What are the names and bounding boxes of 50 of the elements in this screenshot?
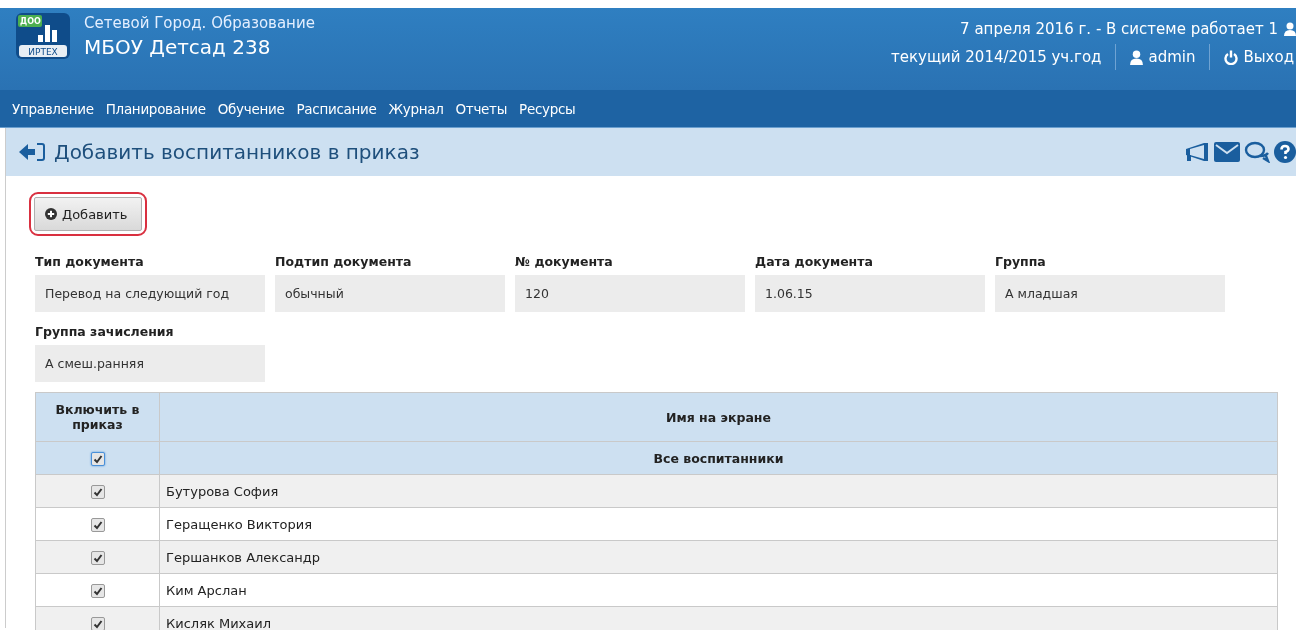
help-icon[interactable] xyxy=(1274,141,1296,163)
row-checkbox[interactable] xyxy=(90,484,105,499)
page-title: Добавить воспитанников в приказ xyxy=(54,140,420,164)
field-value: А младшая xyxy=(995,275,1225,312)
nav-item[interactable]: Расписание xyxy=(290,100,383,117)
table-cell: Геращенко Виктория xyxy=(159,507,1278,541)
plus-icon xyxy=(45,208,57,220)
column-header: Включить в приказ xyxy=(35,392,160,442)
nav-item[interactable]: Обучение xyxy=(211,100,291,117)
row-checkbox[interactable] xyxy=(90,550,105,565)
field-label: Группа xyxy=(995,254,1047,269)
user-icon xyxy=(1284,22,1296,36)
megaphone-icon[interactable] xyxy=(1184,141,1210,163)
field-label: Подтип документа xyxy=(275,254,413,269)
table-cell: Все воспитанники xyxy=(159,441,1278,475)
row-checkbox[interactable] xyxy=(90,583,105,598)
field-value: А смеш.ранняя xyxy=(35,345,265,382)
logout-link[interactable]: Выход xyxy=(1222,48,1296,66)
mail-icon[interactable] xyxy=(1214,142,1240,162)
field-label: Дата документа xyxy=(755,254,874,269)
field-value: 120 xyxy=(515,275,745,312)
add-button[interactable]: Добавить xyxy=(34,197,143,231)
column-header: Имя на экране xyxy=(159,392,1278,442)
back-icon[interactable] xyxy=(18,141,46,163)
user-icon xyxy=(1130,49,1144,65)
system-name: Сетевой Город. Образование xyxy=(84,13,315,32)
date-info: 7 апреля 2016 г. - В системе работает 1 xyxy=(960,20,1278,38)
table-cell: Бутурова София xyxy=(159,474,1278,508)
table-cell: Гершанков Александр xyxy=(159,540,1278,574)
nav-item[interactable]: Планирование xyxy=(99,100,212,117)
user-link[interactable]: admin xyxy=(1128,48,1198,66)
logo-icon: ДОО ИРТЕХ xyxy=(16,13,70,59)
row-checkbox[interactable] xyxy=(90,616,105,630)
nav-item[interactable]: Управление xyxy=(6,100,100,117)
field-value: обычный xyxy=(275,275,505,312)
field-label: Группа зачисления xyxy=(35,324,175,339)
school-name: МБОУ Детсад 238 xyxy=(84,34,272,59)
nav-item[interactable]: Журнал xyxy=(382,100,450,117)
field-label: № документа xyxy=(515,254,614,269)
table-cell: Ким Арслан xyxy=(159,573,1278,607)
nav-item[interactable]: Отчеты xyxy=(449,100,514,117)
row-checkbox[interactable] xyxy=(90,517,105,532)
chat-icon[interactable] xyxy=(1244,141,1270,163)
field-value: Перевод на следующий год xyxy=(35,275,265,312)
power-icon xyxy=(1224,49,1239,65)
select-all-checkbox[interactable] xyxy=(90,451,105,466)
field-value: 1.06.15 xyxy=(755,275,985,312)
field-label: Тип документа xyxy=(35,254,145,269)
nav-item[interactable]: Ресурсы xyxy=(513,100,582,117)
school-year-link[interactable]: текущий 2014/2015 уч.год xyxy=(889,48,1104,66)
